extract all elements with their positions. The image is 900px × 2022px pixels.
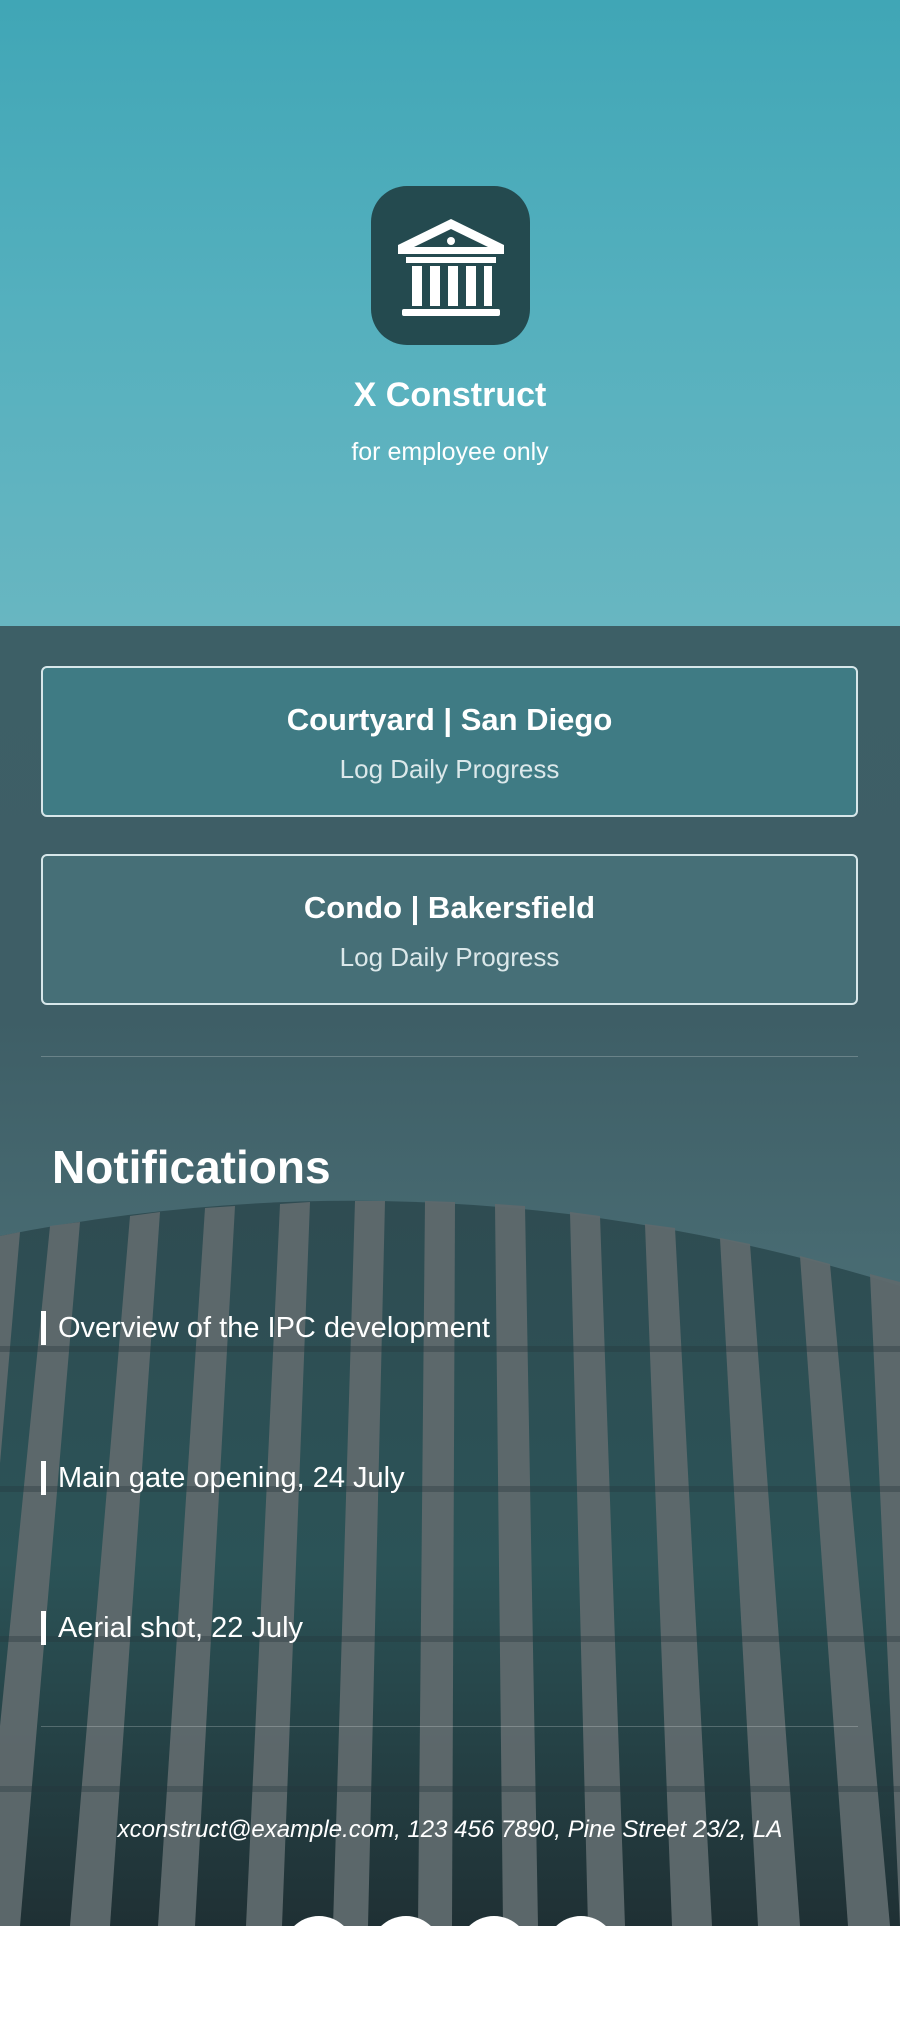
social-icon-1[interactable] [283,1916,355,1988]
main-content: Courtyard | San Diego Log Daily Progress… [0,626,900,1926]
notification-marker [41,1311,46,1345]
social-bar [0,1916,900,2022]
social-icon-2[interactable] [370,1916,442,1988]
project-action: Log Daily Progress [339,754,560,784]
contact-info: xconstruct@example.com, 123 456 7890, Pi… [117,1816,783,1843]
social-icon-3[interactable] [458,1916,530,1988]
notification-item[interactable]: Overview of the IPC development [41,1308,490,1348]
project-card-condo[interactable]: Condo | Bakersfield Log Daily Progress [41,854,858,1005]
notification-item[interactable]: Aerial shot, 22 July [41,1608,303,1648]
notification-text: Aerial shot, 22 July [58,1611,304,1644]
notification-item[interactable]: Main gate opening, 24 July [41,1458,405,1498]
building-background-image [0,1200,900,1926]
bank-building-icon [371,186,530,345]
notification-marker [41,1611,46,1645]
divider [41,1056,858,1057]
project-action: Log Daily Progress [339,942,560,972]
social-icon-4[interactable] [545,1916,617,1988]
project-title: Condo | Bakersfield [303,890,596,925]
notification-marker [41,1461,46,1495]
notification-text: Main gate opening, 24 July [58,1461,405,1494]
project-title: Courtyard | San Diego [286,702,613,737]
notifications-heading: Notifications [52,1141,331,1193]
project-card-courtyard[interactable]: Courtyard | San Diego Log Daily Progress [41,666,858,817]
divider [41,1726,858,1727]
app-header: X Construct for employee only [0,0,900,626]
app-title: X Construct [353,376,547,414]
app-subtitle: for employee only [351,438,549,466]
notification-text: Overview of the IPC development [58,1311,490,1344]
